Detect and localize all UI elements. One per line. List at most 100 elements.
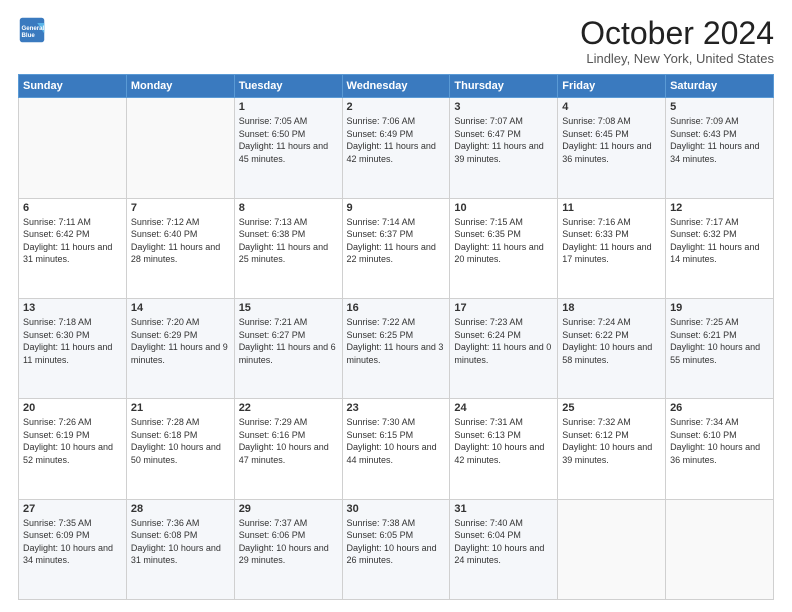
day-number: 20 — [23, 402, 122, 414]
calendar-day-cell: 29 Sunrise: 7:37 AM Sunset: 6:06 PM Dayli… — [234, 499, 342, 599]
calendar-day-cell: 19Sunrise: 7:25 AM Sunset: 6:21 PM Dayli… — [666, 298, 774, 398]
calendar-header-cell: Monday — [126, 75, 234, 98]
day-content: Sunrise: 7:36 AM Sunset: 6:08 PM Dayligh… — [131, 517, 230, 567]
day-number: 11 — [562, 202, 661, 214]
calendar-body: 1 Sunrise: 7:05 AM Sunset: 6:50 PM Daylig… — [19, 98, 774, 600]
day-number: 16 — [347, 302, 446, 314]
day-content: Sunrise: 7:18 AM Sunset: 6:30 PM Dayligh… — [23, 316, 122, 366]
calendar-day-cell: 11 Sunrise: 7:16 AM Sunset: 6:33 PM Dayli… — [558, 198, 666, 298]
calendar-day-cell: 30 Sunrise: 7:38 AM Sunset: 6:05 PM Dayli… — [342, 499, 450, 599]
calendar-day-cell: 9 Sunrise: 7:14 AM Sunset: 6:37 PM Daylig… — [342, 198, 450, 298]
calendar-day-cell: 8 Sunrise: 7:13 AM Sunset: 6:38 PM Daylig… — [234, 198, 342, 298]
calendar-header-cell: Sunday — [19, 75, 127, 98]
calendar-header-cell: Tuesday — [234, 75, 342, 98]
day-number: 18 — [562, 302, 661, 314]
day-number: 22 — [239, 402, 338, 414]
title-block: October 2024 Lindley, New York, United S… — [580, 16, 774, 66]
day-content: Sunrise: 7:13 AM Sunset: 6:38 PM Dayligh… — [239, 216, 338, 266]
day-content: Sunrise: 7:16 AM Sunset: 6:33 PM Dayligh… — [562, 216, 661, 266]
day-number: 14 — [131, 302, 230, 314]
day-content: Sunrise: 7:32 AM Sunset: 6:12 PM Dayligh… — [562, 416, 661, 466]
day-number: 24 — [454, 402, 553, 414]
calendar-day-cell: 6 Sunrise: 7:11 AM Sunset: 6:42 PM Daylig… — [19, 198, 127, 298]
calendar-header-cell: Friday — [558, 75, 666, 98]
day-content: Sunrise: 7:37 AM Sunset: 6:06 PM Dayligh… — [239, 517, 338, 567]
calendar-week-row: 27Sunrise: 7:35 AM Sunset: 6:09 PM Dayli… — [19, 499, 774, 599]
day-number: 21 — [131, 402, 230, 414]
calendar-day-cell: 13 Sunrise: 7:18 AM Sunset: 6:30 PM Dayli… — [19, 298, 127, 398]
calendar-week-row: 6 Sunrise: 7:11 AM Sunset: 6:42 PM Daylig… — [19, 198, 774, 298]
calendar-day-cell: 16 Sunrise: 7:22 AM Sunset: 6:25 PM Dayli… — [342, 298, 450, 398]
day-content: Sunrise: 7:07 AM Sunset: 6:47 PM Dayligh… — [454, 115, 553, 165]
page: General Blue October 2024 Lindley, New Y… — [0, 0, 792, 612]
calendar-header-cell: Wednesday — [342, 75, 450, 98]
calendar-day-cell: 31 Sunrise: 7:40 AM Sunset: 6:04 PM Dayli… — [450, 499, 558, 599]
day-content: Sunrise: 7:12 AM Sunset: 6:40 PM Dayligh… — [131, 216, 230, 266]
calendar-day-cell: 7 Sunrise: 7:12 AM Sunset: 6:40 PM Daylig… — [126, 198, 234, 298]
day-content: Sunrise: 7:40 AM Sunset: 6:04 PM Dayligh… — [454, 517, 553, 567]
day-content: Sunrise: 7:11 AM Sunset: 6:42 PM Dayligh… — [23, 216, 122, 266]
calendar-day-cell — [19, 98, 127, 198]
calendar-day-cell: 14 Sunrise: 7:20 AM Sunset: 6:29 PM Dayli… — [126, 298, 234, 398]
calendar-day-cell: 2Sunrise: 7:06 AM Sunset: 6:49 PM Daylig… — [342, 98, 450, 198]
calendar-header-cell: Thursday — [450, 75, 558, 98]
day-content: Sunrise: 7:28 AM Sunset: 6:18 PM Dayligh… — [131, 416, 230, 466]
day-number: 6 — [23, 202, 122, 214]
svg-text:General: General — [22, 25, 45, 32]
calendar-day-cell: 27Sunrise: 7:35 AM Sunset: 6:09 PM Dayli… — [19, 499, 127, 599]
day-number: 7 — [131, 202, 230, 214]
day-content: Sunrise: 7:23 AM Sunset: 6:24 PM Dayligh… — [454, 316, 553, 366]
day-content: Sunrise: 7:34 AM Sunset: 6:10 PM Dayligh… — [670, 416, 769, 466]
day-number: 5 — [670, 101, 769, 113]
logo-icon: General Blue — [18, 16, 46, 44]
day-content: Sunrise: 7:38 AM Sunset: 6:05 PM Dayligh… — [347, 517, 446, 567]
day-content: Sunrise: 7:09 AM Sunset: 6:43 PM Dayligh… — [670, 115, 769, 165]
calendar-day-cell: 25 Sunrise: 7:32 AM Sunset: 6:12 PM Dayli… — [558, 399, 666, 499]
day-number: 3 — [454, 101, 553, 113]
day-number: 31 — [454, 503, 553, 515]
calendar-day-cell: 24 Sunrise: 7:31 AM Sunset: 6:13 PM Dayli… — [450, 399, 558, 499]
calendar-table: SundayMondayTuesdayWednesdayThursdayFrid… — [18, 74, 774, 600]
calendar-day-cell: 18 Sunrise: 7:24 AM Sunset: 6:22 PM Dayli… — [558, 298, 666, 398]
calendar-day-cell: 5 Sunrise: 7:09 AM Sunset: 6:43 PM Daylig… — [666, 98, 774, 198]
calendar-week-row: 1 Sunrise: 7:05 AM Sunset: 6:50 PM Daylig… — [19, 98, 774, 198]
day-content: Sunrise: 7:24 AM Sunset: 6:22 PM Dayligh… — [562, 316, 661, 366]
calendar-day-cell — [558, 499, 666, 599]
calendar-day-cell — [126, 98, 234, 198]
day-number: 26 — [670, 402, 769, 414]
day-number: 17 — [454, 302, 553, 314]
calendar-week-row: 13 Sunrise: 7:18 AM Sunset: 6:30 PM Dayli… — [19, 298, 774, 398]
calendar-day-cell: 28 Sunrise: 7:36 AM Sunset: 6:08 PM Dayli… — [126, 499, 234, 599]
calendar-day-cell: 12 Sunrise: 7:17 AM Sunset: 6:32 PM Dayli… — [666, 198, 774, 298]
day-content: Sunrise: 7:15 AM Sunset: 6:35 PM Dayligh… — [454, 216, 553, 266]
day-number: 23 — [347, 402, 446, 414]
day-number: 30 — [347, 503, 446, 515]
day-number: 25 — [562, 402, 661, 414]
day-number: 13 — [23, 302, 122, 314]
location: Lindley, New York, United States — [580, 51, 774, 66]
day-content: Sunrise: 7:30 AM Sunset: 6:15 PM Dayligh… — [347, 416, 446, 466]
day-content: Sunrise: 7:20 AM Sunset: 6:29 PM Dayligh… — [131, 316, 230, 366]
day-content: Sunrise: 7:25 AM Sunset: 6:21 PM Dayligh… — [670, 316, 769, 366]
day-number: 9 — [347, 202, 446, 214]
day-number: 28 — [131, 503, 230, 515]
day-content: Sunrise: 7:22 AM Sunset: 6:25 PM Dayligh… — [347, 316, 446, 366]
calendar-day-cell: 15Sunrise: 7:21 AM Sunset: 6:27 PM Dayli… — [234, 298, 342, 398]
day-number: 29 — [239, 503, 338, 515]
logo: General Blue — [18, 16, 46, 44]
day-content: Sunrise: 7:17 AM Sunset: 6:32 PM Dayligh… — [670, 216, 769, 266]
day-number: 1 — [239, 101, 338, 113]
day-content: Sunrise: 7:31 AM Sunset: 6:13 PM Dayligh… — [454, 416, 553, 466]
calendar-day-cell: 3 Sunrise: 7:07 AM Sunset: 6:47 PM Daylig… — [450, 98, 558, 198]
calendar-day-cell: 10Sunrise: 7:15 AM Sunset: 6:35 PM Dayli… — [450, 198, 558, 298]
calendar-day-cell: 23 Sunrise: 7:30 AM Sunset: 6:15 PM Dayli… — [342, 399, 450, 499]
day-content: Sunrise: 7:05 AM Sunset: 6:50 PM Dayligh… — [239, 115, 338, 165]
day-content: Sunrise: 7:29 AM Sunset: 6:16 PM Dayligh… — [239, 416, 338, 466]
day-content: Sunrise: 7:14 AM Sunset: 6:37 PM Dayligh… — [347, 216, 446, 266]
day-content: Sunrise: 7:35 AM Sunset: 6:09 PM Dayligh… — [23, 517, 122, 567]
day-number: 12 — [670, 202, 769, 214]
day-number: 8 — [239, 202, 338, 214]
header: General Blue October 2024 Lindley, New Y… — [18, 16, 774, 66]
month-title: October 2024 — [580, 16, 774, 51]
calendar-header-row: SundayMondayTuesdayWednesdayThursdayFrid… — [19, 75, 774, 98]
